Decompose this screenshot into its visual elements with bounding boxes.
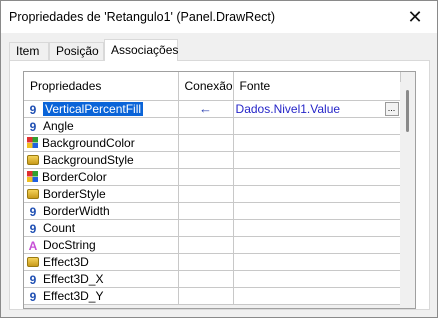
table-row[interactable]: BorderStyle [24,185,401,203]
connection-cell[interactable] [178,219,234,237]
connection-cell[interactable] [178,236,234,254]
numeric-icon: 9 [29,222,37,236]
numeric-icon: 9 [29,273,37,287]
property-cell[interactable]: BackgroundColor [24,134,179,152]
close-icon: ✕ [407,6,423,27]
connection-cell[interactable] [178,253,234,271]
property-cell[interactable]: BorderStyle [24,185,179,203]
property-name: BorderWidth [43,203,110,218]
tab-associacoes[interactable]: Associações [104,39,178,61]
table-row[interactable]: 9 VerticalPercentFill ← Dados.Nivel1.Value.… [24,100,401,118]
tab-item[interactable]: Item [9,42,49,60]
source-cell[interactable] [233,253,401,271]
property-name: BackgroundColor [42,135,135,150]
property-name: Effect3D_X [43,271,104,286]
scrollbar-thumb[interactable] [406,90,409,132]
property-cell[interactable]: 9 Effect3D_Y [24,287,179,305]
source-cell[interactable] [233,151,401,169]
column-header-fonte[interactable]: Fonte [233,72,401,101]
property-name: Effect3D_Y [43,288,104,303]
connection-cell[interactable] [178,270,234,288]
connection-cell[interactable]: ← [178,100,234,118]
browse-source-button[interactable]: ... [384,101,399,116]
property-name: DocString [43,237,96,252]
color-icon [27,137,38,149]
source-cell[interactable] [233,168,401,186]
property-cell[interactable]: BackgroundStyle [24,151,179,169]
table-row[interactable]: A DocString [24,236,401,254]
property-name: Count [43,220,76,235]
source-value: Dados.Nivel1.Value [235,101,341,116]
table-row[interactable]: 9 Count [24,219,401,237]
style-icon [27,257,39,268]
source-cell[interactable] [233,219,401,237]
table-row[interactable]: BackgroundColor [24,134,401,152]
connection-cell[interactable] [178,134,234,152]
column-header-propriedades[interactable]: Propriedades [24,72,179,101]
property-name: VerticalPercentFill [43,101,144,116]
connection-cell[interactable] [178,202,234,220]
source-cell[interactable] [233,202,401,220]
close-button[interactable]: ✕ [393,1,437,33]
property-name: BorderColor [42,169,107,184]
table-row[interactable]: BackgroundStyle [24,151,401,169]
numeric-icon: 9 [29,290,37,304]
property-name: Effect3D [43,254,89,269]
window-title: Propriedades de 'Retangulo1' (Panel.Draw… [9,10,276,24]
property-name: BorderStyle [43,186,106,201]
property-cell[interactable]: 9 BorderWidth [24,202,179,220]
property-cell[interactable]: BorderColor [24,168,179,186]
column-header-conexao[interactable]: Conexão [178,72,234,101]
table-row[interactable]: 9 BorderWidth [24,202,401,220]
numeric-icon: 9 [29,205,37,219]
numeric-icon: 9 [29,120,37,134]
associations-grid: Propriedades Conexão Fonte 9 VerticalPerc… [23,71,416,309]
table-row[interactable]: 9 Angle [24,117,401,135]
connection-cell[interactable] [178,287,234,305]
property-cell[interactable]: 9 Count [24,219,179,237]
numeric-icon: 9 [29,103,37,117]
property-cell[interactable]: 9 Angle [24,117,179,135]
source-cell[interactable] [233,287,401,305]
table-row[interactable]: BorderColor [24,168,401,186]
property-name: Angle [43,118,74,133]
arrow-left-icon: ← [199,101,213,116]
connection-cell[interactable] [178,151,234,169]
property-cell[interactable]: 9 VerticalPercentFill [24,100,179,118]
title-bar: Propriedades de 'Retangulo1' (Panel.Draw… [1,1,437,33]
tab-posicao[interactable]: Posição [49,42,104,60]
source-cell[interactable] [233,236,401,254]
source-cell[interactable] [233,270,401,288]
property-table: Propriedades Conexão Fonte 9 VerticalPerc… [24,72,401,305]
property-name: BackgroundStyle [43,152,134,167]
connection-cell[interactable] [178,185,234,203]
style-icon [27,155,39,166]
property-cell[interactable]: A DocString [24,236,179,254]
property-cell[interactable]: 9 Effect3D_X [24,270,179,288]
style-icon [27,189,39,200]
table-row[interactable]: 9 Effect3D_Y [24,287,401,305]
source-cell[interactable] [233,185,401,203]
property-cell[interactable]: Effect3D [24,253,179,271]
source-cell[interactable] [233,134,401,152]
table-row[interactable]: 9 Effect3D_X [24,270,401,288]
associations-panel: Propriedades Conexão Fonte 9 VerticalPerc… [9,60,430,310]
properties-dialog: Propriedades de 'Retangulo1' (Panel.Draw… [0,0,438,318]
connection-cell[interactable] [178,168,234,186]
vertical-scrollbar[interactable] [400,82,415,308]
string-icon: A [28,239,38,253]
color-icon [27,171,38,183]
table-row[interactable]: Effect3D [24,253,401,271]
connection-cell[interactable] [178,117,234,135]
source-cell[interactable]: Dados.Nivel1.Value... [233,100,401,118]
source-cell[interactable] [233,117,401,135]
